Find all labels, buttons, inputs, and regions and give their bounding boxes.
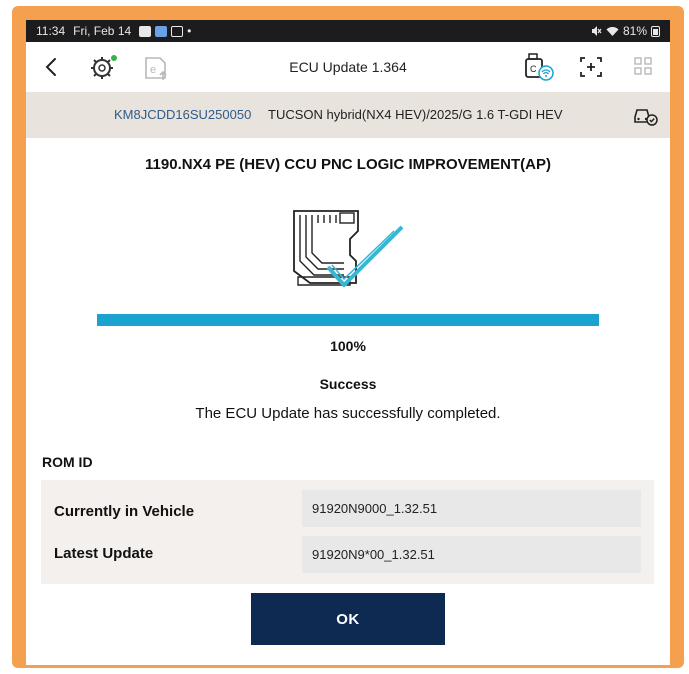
status-right: 81% <box>590 24 660 38</box>
ok-button[interactable]: OK <box>251 593 445 645</box>
progress-percent: 100% <box>330 338 366 354</box>
rom-id-panel: Currently in Vehicle 91920N9000_1.32.51 … <box>41 480 654 584</box>
update-title: 1190.NX4 PE (HEV) CCU PNC LOGIC IMPROVEM… <box>145 156 551 173</box>
status-bar: 11:34 Fri, Feb 14 • 81% <box>26 20 670 42</box>
scan-icon[interactable] <box>579 56 603 78</box>
notification-dot: • <box>187 24 192 38</box>
status-message: The ECU Update has successfully complete… <box>195 405 501 422</box>
image-icon <box>139 25 152 37</box>
grid-icon[interactable] <box>634 57 652 75</box>
battery-percent: 81% <box>622 24 647 38</box>
app-icon <box>155 25 168 37</box>
car-check-icon[interactable] <box>632 104 658 126</box>
app-bar: e ECU Update 1.364 C <box>26 42 670 92</box>
status-time: 11:34 <box>36 24 66 38</box>
vci-icon[interactable]: C <box>523 52 555 82</box>
battery-icon <box>651 25 660 37</box>
rom-id-heading: ROM ID <box>42 454 93 470</box>
vehicle-bar: KM8JCDD16SU250050 TUCSON hybrid(NX4 HEV)… <box>26 92 670 138</box>
download-icon <box>171 25 184 37</box>
vehicle-vin: KM8JCDD16SU250050 <box>114 107 252 122</box>
progress-fill <box>97 314 599 326</box>
status-title: Success <box>319 376 377 392</box>
wifi-icon <box>606 26 619 36</box>
ecu-check-icon <box>293 210 404 287</box>
rom-value-latest: 91920N9*00_1.32.51 <box>302 536 641 573</box>
mute-icon <box>591 26 602 36</box>
page-title: ECU Update 1.364 <box>289 59 407 75</box>
rom-value-current: 91920N9000_1.32.51 <box>302 490 641 527</box>
status-date: Fri, Feb 14 <box>73 24 132 38</box>
screen: 11:34 Fri, Feb 14 • 81% e ECU Update 1.3… <box>26 20 670 665</box>
rom-label-latest: Latest Update <box>54 545 154 562</box>
vehicle-description: TUCSON hybrid(NX4 HEV)/2025/G 1.6 T-GDI … <box>268 107 563 122</box>
svg-text:C: C <box>530 64 537 74</box>
rom-label-current: Currently in Vehicle <box>54 503 195 520</box>
progress-bar <box>97 314 599 326</box>
